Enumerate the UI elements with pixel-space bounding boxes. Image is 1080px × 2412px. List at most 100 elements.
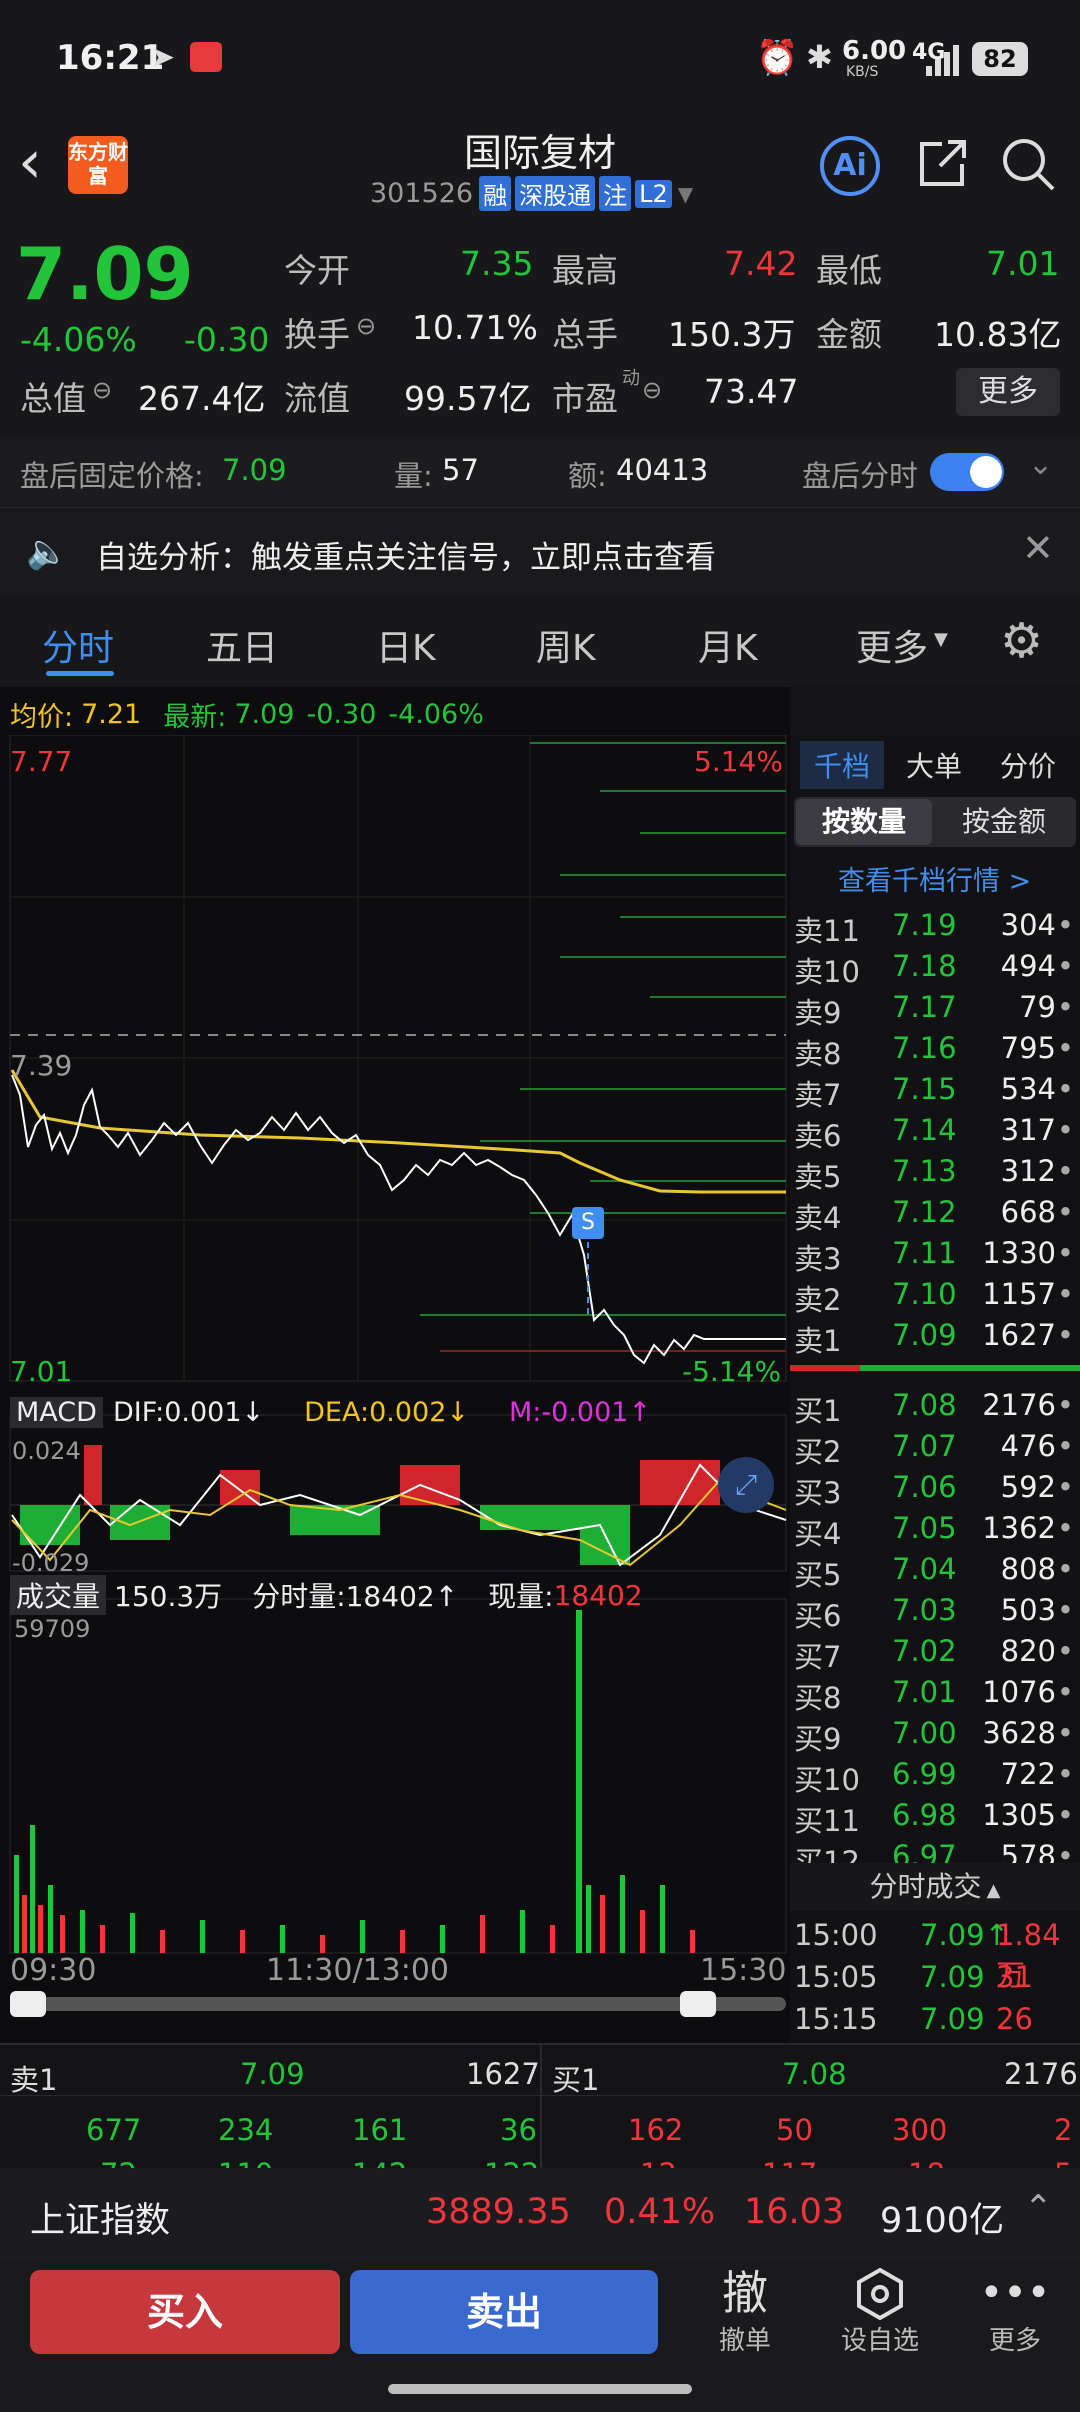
y-axis-mid: 7.39 xyxy=(10,1049,73,1082)
time-mid: 11:30/13:00 xyxy=(266,1953,450,1988)
y-axis-bottom: 7.01 xyxy=(10,1355,73,1388)
ask-label: 卖9 xyxy=(794,996,842,1030)
ask-row[interactable]: 卖11 7.19 304 • xyxy=(790,905,1080,948)
bid-queue-item: 300 xyxy=(892,2113,948,2147)
expand-icon[interactable]: ⤢ xyxy=(718,1457,774,1513)
tab-five-day[interactable]: 五日 xyxy=(206,619,278,671)
ask-price: 7.12 xyxy=(892,1195,957,1229)
ask-queue-item: 161 xyxy=(352,2113,408,2147)
volume-value: 150.3万 xyxy=(668,315,796,354)
dot-icon: • xyxy=(1056,1318,1074,1352)
ticks-header[interactable]: 分时成交 ▲ xyxy=(790,1863,1080,1911)
more-button[interactable]: 更多 xyxy=(956,368,1060,416)
ai-icon[interactable]: Ai xyxy=(820,136,880,196)
depth-link[interactable]: 查看千档行情 > xyxy=(838,859,1031,898)
sub-by-amt[interactable]: 按金额 xyxy=(936,799,1072,845)
last-price: 7.09 xyxy=(16,232,194,316)
bid-row[interactable]: 买3 7.06 592 • xyxy=(790,1467,1080,1510)
ask-row[interactable]: 卖4 7.12 668 • xyxy=(790,1192,1080,1235)
share-icon[interactable] xyxy=(912,134,972,194)
volume-legend: 成交量 150.3万 分时量:18402↑ 现量: 18402 xyxy=(10,1575,643,1615)
macd-axis-top: 0.024 xyxy=(12,1437,81,1465)
sub-by-qty[interactable]: 按数量 xyxy=(796,799,932,845)
bid-row[interactable]: 买6 7.03 503 • xyxy=(790,1590,1080,1633)
dot-icon: • xyxy=(1056,1113,1074,1147)
home-indicator[interactable] xyxy=(388,2384,692,2394)
ask-row[interactable]: 卖2 7.10 1157 • xyxy=(790,1274,1080,1317)
dot-icon: • xyxy=(1056,990,1074,1024)
bid-row[interactable]: 买5 7.04 808 • xyxy=(790,1549,1080,1592)
bid-row[interactable]: 买2 7.07 476 • xyxy=(790,1426,1080,1469)
volume-selector[interactable]: 成交量 xyxy=(10,1575,107,1615)
bid-row[interactable]: 买11 6.98 1305 • xyxy=(790,1795,1080,1838)
dot-icon: • xyxy=(1056,1429,1074,1463)
dot-icon: • xyxy=(1056,1072,1074,1106)
ask-volume: 317 xyxy=(1000,1113,1056,1147)
more-actions-button[interactable]: ••• 更多 xyxy=(960,2266,1070,2357)
bid-row[interactable]: 买7 7.02 820 • xyxy=(790,1631,1080,1674)
bid-label: 买11 xyxy=(794,1804,860,1838)
bid-row[interactable]: 买9 7.00 3628 • xyxy=(790,1713,1080,1756)
book-tab-large[interactable]: 大单 xyxy=(906,745,962,785)
dea-value: DEA:0.002↓ xyxy=(304,1397,470,1428)
info-icon[interactable]: ⊖ xyxy=(356,312,376,340)
ask-row[interactable]: 卖9 7.17 79 • xyxy=(790,987,1080,1030)
ask-label: 卖2 xyxy=(794,1283,842,1317)
net-speed: 6.00 xyxy=(842,36,907,66)
hexagon-icon xyxy=(820,2266,940,2321)
stock-code-row: 301526 融 深股通 注 L2 ▼ xyxy=(370,176,693,211)
ask-row[interactable]: 卖8 7.16 795 • xyxy=(790,1028,1080,1071)
after-hours-toggle[interactable] xyxy=(930,453,1004,491)
ask-row[interactable]: 卖10 7.18 494 • xyxy=(790,946,1080,989)
ask-queue-item: 677 xyxy=(86,2113,142,2147)
back-icon[interactable]: ‹ xyxy=(18,132,42,192)
macd-selector[interactable]: MACD xyxy=(10,1397,103,1428)
ask-row[interactable]: 卖3 7.11 1330 • xyxy=(790,1233,1080,1276)
chevron-down-icon[interactable]: ▼ xyxy=(678,182,693,206)
chevron-up-icon: ▲ xyxy=(986,1880,1001,1901)
intraday-chart[interactable]: 均价: 7.21 最新: 7.09 -0.30 -4.06% 7.77 5.14… xyxy=(0,687,790,2043)
tick-time: 15:05 xyxy=(794,1960,878,1994)
bid-row[interactable]: 买4 7.05 1362 • xyxy=(790,1508,1080,1551)
ask-row[interactable]: 卖1 7.09 1627 • xyxy=(790,1315,1080,1358)
sell-button[interactable]: 卖出 xyxy=(350,2270,658,2354)
tab-daily-k[interactable]: 日K xyxy=(376,619,436,671)
gear-icon[interactable]: ⚙ xyxy=(1000,613,1043,669)
tab-intraday[interactable]: 分时 xyxy=(42,619,114,671)
ask-row[interactable]: 卖7 7.15 534 • xyxy=(790,1069,1080,1112)
cancel-order-button[interactable]: 撤 撤单 xyxy=(694,2266,796,2357)
chart-canvas xyxy=(9,735,787,2017)
bid-row[interactable]: 买10 6.99 722 • xyxy=(790,1754,1080,1797)
book-tab-depth[interactable]: 千档 xyxy=(800,741,885,789)
tab-monthly-k[interactable]: 月K xyxy=(698,619,758,671)
search-icon[interactable] xyxy=(998,134,1058,194)
add-watchlist-button[interactable]: 设自选 xyxy=(820,2266,940,2357)
close-icon[interactable]: ✕ xyxy=(1022,526,1054,570)
float-value: 99.57亿 xyxy=(404,379,532,418)
tab-weekly-k[interactable]: 周K xyxy=(536,619,596,671)
m-value: M:-0.001↑ xyxy=(509,1397,652,1428)
bid-row[interactable]: 买8 7.01 1076 • xyxy=(790,1672,1080,1715)
dot-icon: • xyxy=(1056,1236,1074,1270)
buy-button[interactable]: 买入 xyxy=(30,2270,340,2354)
chevron-up-icon[interactable]: ⌃ xyxy=(1024,2188,1053,2228)
ask-row[interactable]: 卖5 7.13 312 • xyxy=(790,1151,1080,1194)
app-logo: 东方财富 xyxy=(68,136,128,194)
info-icon[interactable]: ⊖ xyxy=(642,376,662,404)
bid-price: 7.01 xyxy=(892,1675,957,1709)
cancel-label: 撤单 xyxy=(718,2326,771,2356)
chevron-down-icon[interactable]: ⌄ xyxy=(1028,447,1053,482)
dot-icon: • xyxy=(1056,908,1074,942)
ask-row[interactable]: 卖6 7.14 317 • xyxy=(790,1110,1080,1153)
ask-queue-item: 36 xyxy=(500,2113,537,2147)
info-icon[interactable]: ⊖ xyxy=(92,376,112,404)
notice-banner[interactable]: 🔈 自选分析：触发重点关注信号，立即点击查看 ✕ xyxy=(0,507,1080,597)
book-tab-price[interactable]: 分价 xyxy=(1000,745,1056,785)
tab-more[interactable]: 更多 xyxy=(856,619,928,671)
index-bar[interactable]: 上证指数 3889.35 0.41% 16.03 9100亿 ⌃ xyxy=(0,2168,1080,2258)
bid-label: 买2 xyxy=(794,1435,842,1469)
bid-row[interactable]: 买1 7.08 2176 • xyxy=(790,1385,1080,1428)
tick-volume: 26 xyxy=(996,2002,1033,2036)
dot-icon: • xyxy=(1056,1593,1074,1627)
sell-marker[interactable]: S xyxy=(572,1207,604,1239)
